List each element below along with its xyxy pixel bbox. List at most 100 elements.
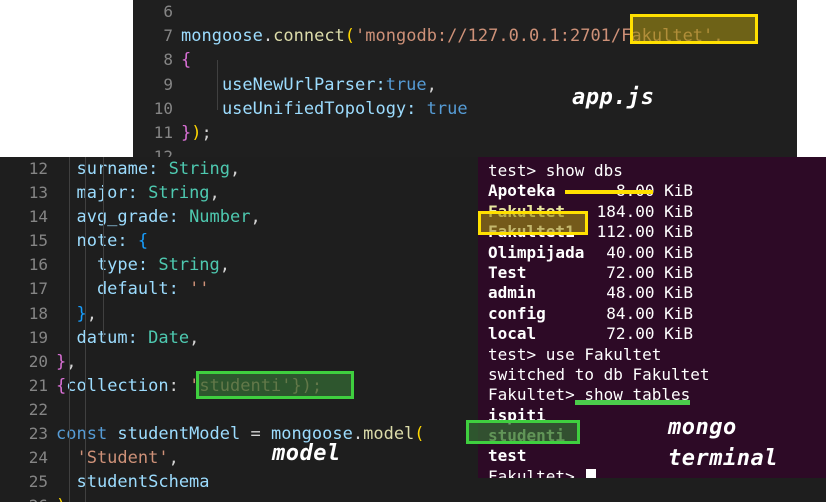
mongo-terminal-pane[interactable]: test> show dbs Apoteka 8.00 KiB Fakultet 184…: [478, 157, 826, 478]
db-size: 112.00 KiB: [596, 222, 693, 242]
terminal-db-row: config 84.00 KiB: [488, 304, 826, 324]
terminal-db-row: Apoteka 8.00 KiB: [488, 181, 826, 201]
code-text: type: String,: [56, 255, 231, 276]
line-number: 16: [28, 255, 48, 275]
code-line: 23 const studentModel = mongoose.model(: [0, 422, 478, 446]
line-number: 14: [28, 207, 48, 227]
code-line: 17 default: '': [0, 277, 478, 301]
code-text: {collection: 'studenti'});: [56, 375, 323, 396]
code-line: 26): [0, 494, 478, 502]
code-text: datum: Date,: [56, 327, 200, 348]
code-line: 15 note: {: [0, 229, 478, 253]
line-number: 15: [28, 231, 48, 251]
code-lines: 12 surname: String, 13 major: String, 14 a…: [0, 157, 478, 502]
line-number: 19: [28, 327, 48, 347]
code-line: 14 avg_grade: Number,: [0, 205, 478, 229]
line-number: 21: [28, 375, 48, 395]
code-line: 12: [133, 145, 797, 157]
code-line: 13 major: String,: [0, 181, 478, 205]
db-name: Olimpijada: [488, 242, 585, 262]
code-text: default: '': [56, 279, 210, 300]
code-line: 10 useUnifiedTopology: true: [133, 97, 797, 121]
annotation-mongo: mongo: [668, 415, 737, 440]
code-text: avg_grade: Number,: [56, 207, 261, 228]
terminal-cursor: [586, 468, 597, 478]
code-text: });: [181, 122, 212, 143]
code-line: 11});: [133, 121, 797, 145]
code-line: 22: [0, 398, 478, 422]
terminal-db-row: Fakultet1 112.00 KiB: [488, 222, 826, 242]
code-text: useUnifiedTopology: true: [181, 98, 468, 119]
overlay-code-lines: 6 7 mongoose.connect('mongodb://127.0.0.1:…: [133, 0, 797, 157]
code-line: 20},: [0, 350, 478, 374]
db-name: local: [488, 324, 537, 344]
code-text: {: [181, 50, 192, 71]
line-number: 12: [153, 147, 173, 157]
db-size: 84.00 KiB: [606, 303, 693, 323]
line-number: 9: [163, 74, 173, 94]
terminal-lines: test> show dbs Apoteka 8.00 KiB Fakultet 184…: [488, 161, 826, 478]
code-line: 12 surname: String,: [0, 157, 478, 181]
db-name: Fakultet1: [488, 222, 575, 242]
indent-guide: [217, 60, 218, 110]
code-line: 18 },: [0, 302, 478, 326]
line-number: 23: [28, 424, 48, 444]
code-editor-pane[interactable]: 12 surname: String, 13 major: String, 14 a…: [0, 157, 478, 502]
line-number: 25: [28, 472, 48, 492]
indent-guide: [103, 157, 104, 337]
line-number: 12: [28, 159, 48, 178]
db-size: 72.00 KiB: [606, 262, 693, 282]
code-line: 21 {collection: 'studenti'});: [0, 374, 478, 398]
code-text: 'Student',: [56, 448, 179, 469]
highlighted-code-text: 'studenti'});: [189, 375, 323, 396]
code-line: 24 'Student',: [0, 446, 478, 470]
terminal-prompt-line: test> use Fakultet: [488, 344, 662, 364]
db-name: Test: [488, 262, 527, 282]
db-size: 48.00 KiB: [606, 283, 693, 303]
db-size: 184.00 KiB: [596, 201, 693, 221]
code-text: surname: String,: [56, 159, 241, 179]
db-size: 40.00 KiB: [606, 242, 693, 262]
annotation-model: model: [272, 441, 341, 466]
code-line: 8{: [133, 48, 797, 72]
code-text: },: [56, 303, 97, 324]
terminal-db-row: Fakultet 184.00 KiB: [488, 202, 826, 222]
terminal-db-row: Olimpijada 40.00 KiB: [488, 243, 826, 263]
db-name: admin: [488, 283, 537, 303]
line-number: 18: [28, 303, 48, 323]
code-line: 7 mongoose.connect('mongodb://127.0.0.1:2…: [133, 24, 797, 48]
db-name: config: [488, 303, 546, 323]
code-line: 6: [133, 0, 797, 24]
indent-guide: [85, 157, 86, 502]
code-text: const studentModel = mongoose.model(: [56, 424, 425, 445]
code-text: major: String,: [76, 183, 220, 204]
overlay-code-pane[interactable]: 6 7 mongoose.connect('mongodb://127.0.0.1:…: [133, 0, 797, 157]
code-text: studentSchema: [56, 472, 210, 493]
db-size: 72.00 KiB: [606, 324, 693, 344]
highlighted-code-text: /Fakultet',: [610, 26, 724, 47]
code-text: ): [56, 494, 66, 502]
code-line: 25 studentSchema: [0, 470, 478, 494]
terminal-db-row: admin 48.00 KiB: [488, 283, 826, 303]
screenshot-root: 12 surname: String, 13 major: String, 14 a…: [0, 0, 826, 502]
line-number: 24: [28, 448, 48, 468]
annotation-appjs: app.js: [572, 85, 655, 110]
code-text: },: [56, 351, 77, 372]
code-text: mongoose.connect('mongodb://127.0.0.1:27…: [181, 26, 724, 47]
code-line: 16 type: String,: [0, 253, 478, 277]
terminal-table-row: ispiti: [488, 405, 546, 425]
code-text: useNewUrlParser:true,: [181, 74, 437, 95]
terminal-output-line: switched to db Fakultet: [488, 364, 710, 384]
line-number: 26: [0, 494, 56, 502]
code-line: 19 datum: Date,: [0, 326, 478, 350]
line-number: 22: [28, 399, 48, 419]
line-number: 8: [163, 50, 173, 70]
show-tables-underline: [575, 400, 690, 405]
line-number: 6: [163, 2, 173, 21]
line-number: 20: [28, 351, 48, 371]
line-number: 17: [28, 279, 48, 299]
show-dbs-underline: [565, 190, 653, 194]
line-number: 13: [28, 183, 48, 203]
line-number: 11: [153, 122, 173, 142]
db-name: Fakultet: [488, 201, 566, 221]
